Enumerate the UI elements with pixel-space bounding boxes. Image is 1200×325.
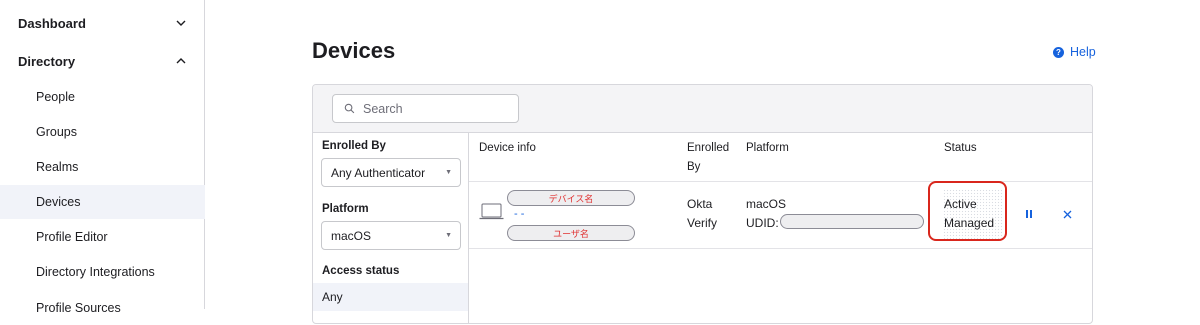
access-status-option-label: Any — [322, 290, 343, 304]
enrolled-by-value: Any Authenticator — [331, 165, 426, 180]
sidebar-item-realms[interactable]: Realms — [0, 150, 205, 184]
column-header-device-info: Device info — [479, 142, 536, 154]
enrolled-by-line1: Okta — [687, 197, 713, 211]
udid-redacted — [780, 214, 924, 229]
enrolled-by-cell: Okta Verify — [687, 195, 717, 233]
caret-down-icon: ▼ — [445, 232, 452, 239]
sidebar-section-directory[interactable]: Directory — [0, 43, 205, 79]
sidebar-item-profile-sources[interactable]: Profile Sources — [0, 291, 205, 325]
device-name-redacted: デバイス名 — [507, 190, 635, 206]
status-line2: Managed — [944, 216, 995, 230]
help-label: Help — [1070, 45, 1096, 59]
sidebar-item-directory-integrations[interactable]: Directory Integrations — [0, 255, 205, 289]
chevron-down-icon — [176, 20, 186, 26]
devices-panel: Enrolled By Any Authenticator ▼ Platform… — [312, 84, 1093, 324]
pause-icon[interactable] — [1024, 209, 1034, 219]
status-line1: Active — [944, 197, 977, 211]
table-row-divider — [469, 248, 1092, 249]
filter-label-enrolled-by: Enrolled By — [322, 140, 386, 152]
search-icon — [344, 103, 355, 114]
enrolled-by-select[interactable]: Any Authenticator ▼ — [321, 158, 461, 187]
caret-down-icon: ▼ — [445, 169, 452, 176]
sidebar-item-label: Profile Sources — [36, 301, 121, 315]
status-cell: Active Managed — [944, 195, 994, 233]
sidebar-item-people[interactable]: People — [0, 80, 205, 114]
udid-label: UDID: — [746, 216, 779, 230]
user-name-redacted: ユーザ名 — [507, 225, 635, 241]
chevron-up-icon — [176, 58, 186, 64]
sidebar-section-label: Directory — [18, 53, 76, 69]
device-subtext: - - — [514, 208, 525, 220]
platform-value: macOS — [331, 228, 372, 243]
platform-select[interactable]: macOS ▼ — [321, 221, 461, 250]
panel-toolbar — [313, 85, 1092, 133]
platform-cell: macOS — [746, 197, 787, 211]
column-header-enrolled-by-line2: By — [687, 161, 701, 173]
sidebar-item-groups[interactable]: Groups — [0, 115, 205, 149]
close-icon[interactable] — [1063, 210, 1072, 219]
filters-panel: Enrolled By Any Authenticator ▼ Platform… — [313, 133, 469, 323]
sidebar-item-label: Realms — [36, 160, 79, 174]
sidebar-item-label: Devices — [36, 195, 81, 209]
help-link[interactable]: ? Help — [1053, 44, 1096, 60]
filter-label-platform: Platform — [322, 203, 369, 215]
sidebar-section-label: Dashboard — [18, 15, 86, 31]
column-header-platform: Platform — [746, 142, 789, 154]
filter-label-access-status: Access status — [322, 265, 400, 277]
access-status-option-any[interactable]: Any — [313, 283, 468, 311]
search-box[interactable] — [332, 94, 519, 123]
sidebar-item-label: Directory Integrations — [36, 265, 155, 279]
column-header-enrolled-by-line1: Enrolled — [687, 142, 730, 154]
sidebar-item-label: Groups — [36, 125, 77, 139]
sidebar-item-label: People — [36, 90, 75, 104]
page-title: Devices — [312, 38, 396, 63]
enrolled-by-line2: Verify — [687, 216, 718, 230]
sidebar-section-dashboard[interactable]: Dashboard — [0, 5, 205, 41]
column-header-status: Status — [944, 142, 977, 154]
laptop-icon — [479, 203, 504, 220]
sidebar: Dashboard Directory People Groups Realms… — [0, 0, 205, 315]
sidebar-item-profile-editor[interactable]: Profile Editor — [0, 220, 205, 254]
search-input[interactable] — [361, 100, 515, 117]
sidebar-item-devices[interactable]: Devices — [0, 185, 205, 219]
sidebar-item-label: Profile Editor — [36, 230, 108, 244]
column-header-enrolled-by: Enrolled By — [687, 139, 729, 177]
help-icon: ? — [1053, 46, 1064, 58]
